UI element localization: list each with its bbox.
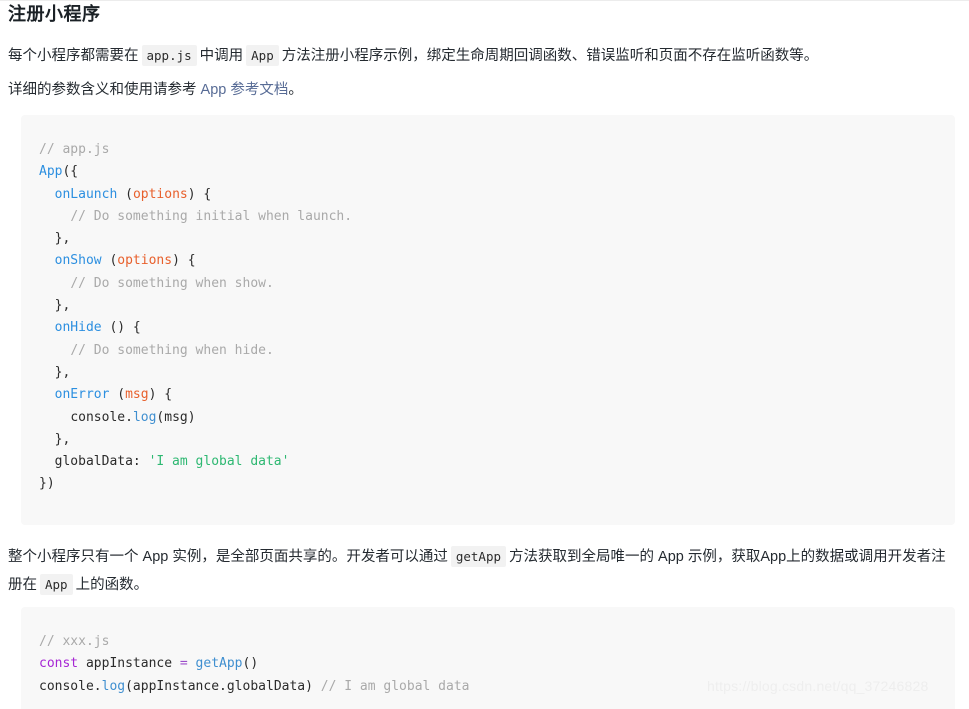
code-function-getapp: getApp <box>195 656 243 672</box>
paragraph-2-text-2: 。 <box>288 82 303 98</box>
code-comment: // app.js <box>39 142 110 157</box>
code-keyword-const: const <box>39 656 79 672</box>
code-operator-assign: = <box>179 656 188 672</box>
code-method-log: log <box>132 409 157 425</box>
intro-paragraph-2: 详细的参数含义和使用请参考 App 参考文档。 <box>8 76 963 104</box>
code-string-globaldata: 'I am global data' <box>148 454 290 470</box>
description-paragraph: 整个小程序只有一个 App 实例，是全部页面共享的。开发者可以通过 getApp 方… <box>8 543 958 599</box>
code-method-onerror: onError <box>54 387 110 403</box>
app-reference-doc-link[interactable]: App 参考文档 <box>201 82 289 98</box>
paragraph-1-text-2: 中调用 <box>199 48 244 64</box>
intro-paragraph-1: 每个小程序都需要在 app.js 中调用 App 方法注册小程序示例，绑定生命周期回调函… <box>8 42 963 70</box>
code-param-options: options <box>117 253 173 269</box>
code-method-onhide: onHide <box>54 320 102 336</box>
document-page: 注册小程序 每个小程序都需要在 app.js 中调用 App 方法注册小程序示例，绑定生… <box>0 0 969 709</box>
code-param-options: options <box>132 186 188 202</box>
code-identifier-app: App <box>39 164 63 180</box>
code-comment: // Do something when hide. <box>70 342 274 358</box>
paragraph-3-text-3: 上的函数。 <box>75 577 149 593</box>
code-method-log: log <box>101 678 126 694</box>
inline-code-appjs: app.js <box>141 45 197 66</box>
code-comment: // Do something initial when launch. <box>70 208 353 224</box>
inline-code-app: App <box>246 45 279 66</box>
page-title: 注册小程序 <box>8 4 101 24</box>
inline-code-getapp: getApp <box>450 546 507 567</box>
code-param-msg: msg <box>125 387 149 403</box>
code-method-onshow: onShow <box>54 253 102 269</box>
code-comment: // Do something when show. <box>70 275 274 291</box>
code-content-app-registration[interactable]: // app.js App({ onLaunch (options) { // … <box>21 139 955 496</box>
paragraph-3-text-1: 整个小程序只有一个 App 实例，是全部页面共享的。开发者可以通过 <box>8 549 448 565</box>
code-method-onlaunch: onLaunch <box>54 186 118 202</box>
code-block-app-registration: // app.js App({ onLaunch (options) { // … <box>21 115 955 525</box>
code-comment: // xxx.js <box>39 634 110 649</box>
paragraph-1-text-1: 每个小程序都需要在 <box>8 48 139 64</box>
paragraph-1-text-3: 方法注册小程序示例，绑定生命周期回调函数、错误监听和页面不存在监听函数等。 <box>281 48 819 64</box>
top-divider <box>0 0 969 1</box>
code-comment: // I am global data <box>320 678 470 694</box>
inline-code-app-2: App <box>40 574 73 595</box>
paragraph-2-text-1: 详细的参数含义和使用请参考 <box>8 82 197 98</box>
watermark-url: https://blog.csdn.net/qq_37246828 <box>707 678 929 694</box>
